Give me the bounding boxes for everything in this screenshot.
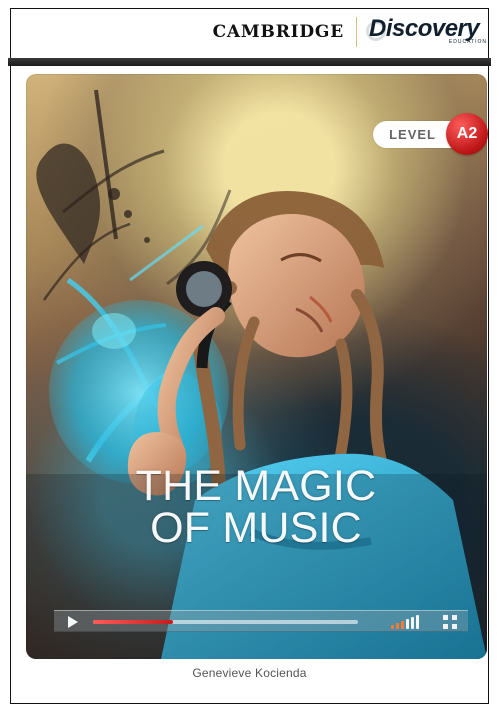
discovery-logo: Discovery EDUCATION [366, 15, 487, 49]
title-line-1: THE MAGIC [135, 462, 377, 510]
volume-bar-2 [396, 623, 399, 629]
volume-icon[interactable] [391, 614, 429, 629]
volume-bar-4 [406, 619, 409, 629]
play-icon[interactable] [68, 616, 78, 628]
title-line-2: OF MUSIC [150, 504, 362, 553]
level-label: LEVEL [373, 120, 456, 148]
discovery-logo-subtext: EDUCATION [448, 39, 487, 45]
volume-bar-1 [391, 625, 394, 629]
video-controls [54, 610, 468, 632]
author-name: Genevieve Kocienda [192, 666, 307, 680]
volume-bar-6 [416, 615, 419, 629]
level-badge: LEVEL A2 [373, 113, 488, 155]
brand-divider [356, 17, 357, 47]
level-code-badge: A2 [446, 113, 488, 155]
publisher-brand-bar: CAMBRIDGE Discovery EDUCATION [213, 12, 487, 52]
fullscreen-icon[interactable] [443, 615, 457, 629]
volume-bar-5 [411, 617, 414, 629]
progress-fill [93, 620, 173, 624]
cover-illustration [26, 89, 487, 659]
book-title: THE MAGIC OF MUSIC [76, 462, 436, 553]
cover-artwork [26, 74, 487, 659]
progress-track[interactable] [93, 620, 358, 624]
volume-bar-3 [401, 621, 404, 629]
book-cover-page: CAMBRIDGE Discovery EDUCATION LEVEL A2 T… [0, 0, 499, 706]
cambridge-logo: CAMBRIDGE [212, 22, 344, 42]
top-rule [8, 58, 491, 66]
